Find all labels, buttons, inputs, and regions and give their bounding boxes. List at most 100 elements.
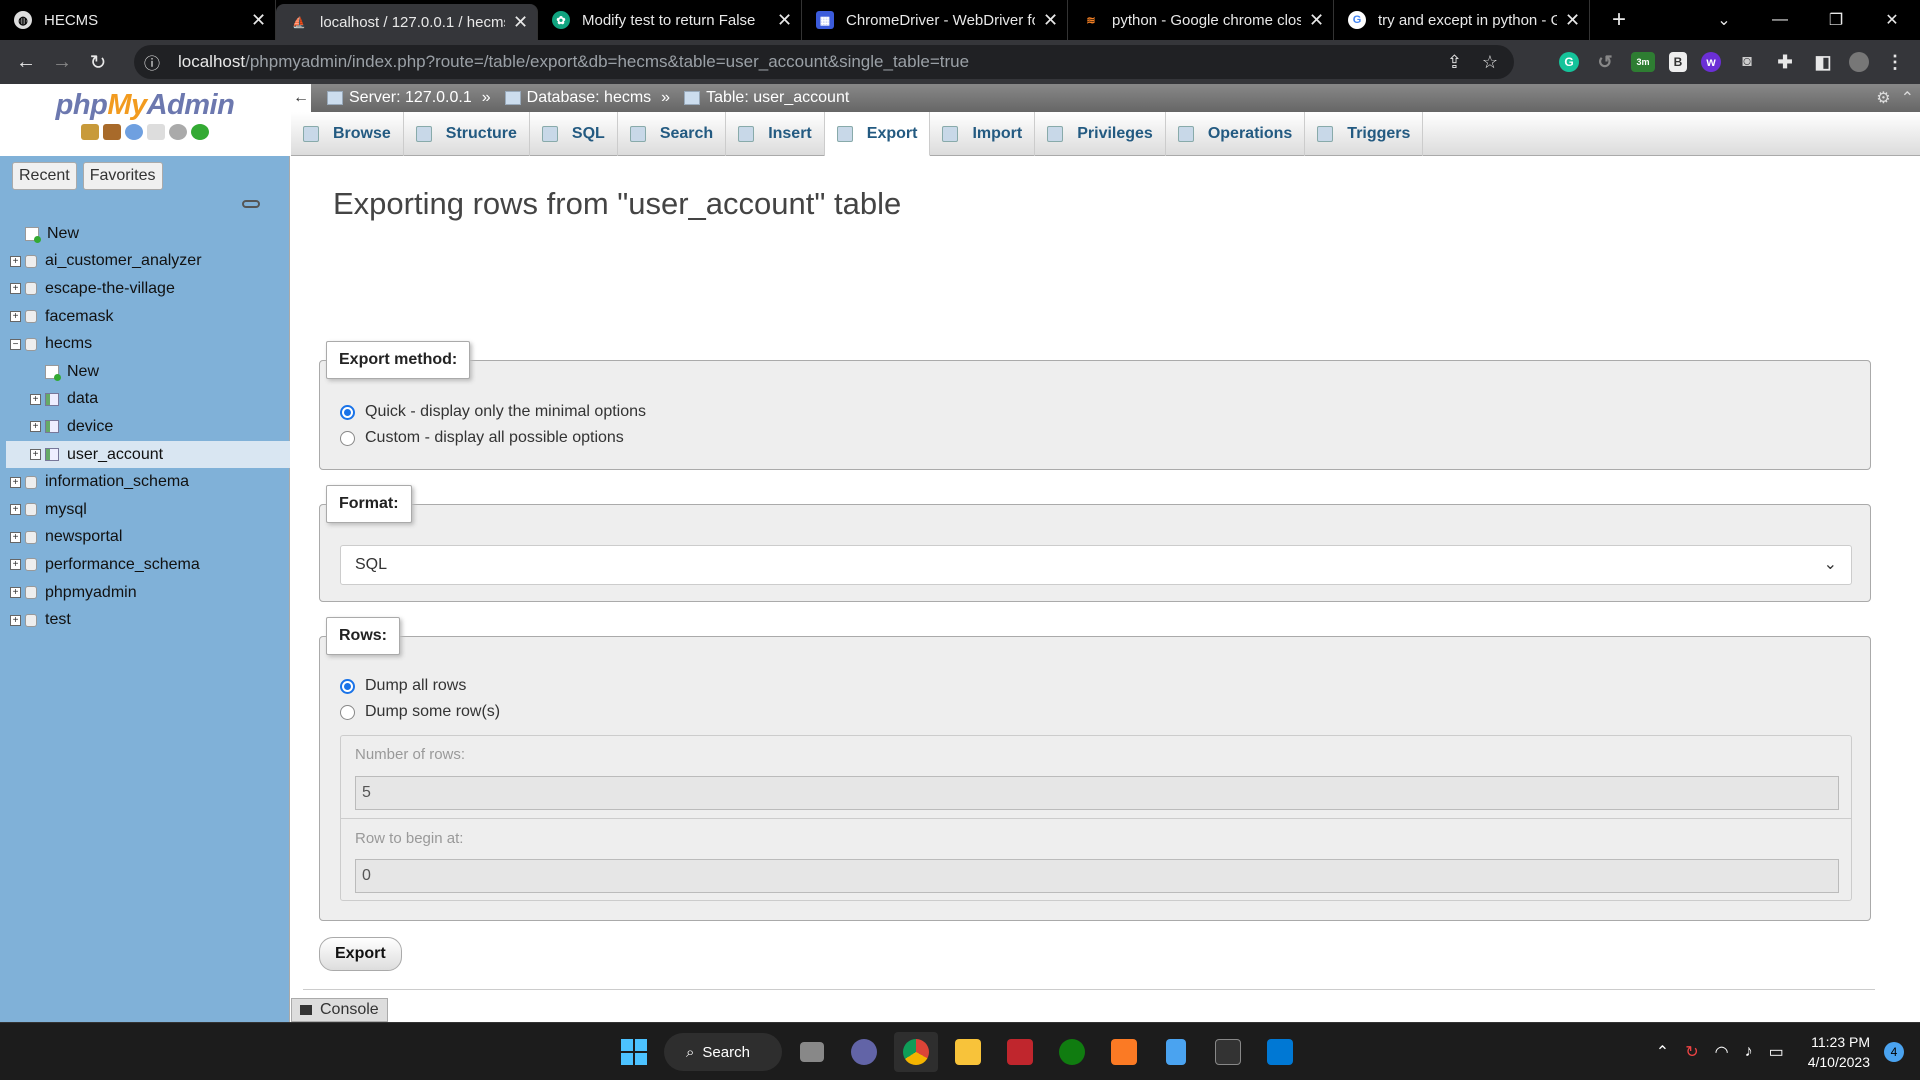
extension-w-icon[interactable]: w — [1701, 52, 1721, 72]
xampp-button[interactable] — [1102, 1032, 1146, 1072]
taskbar-search[interactable]: ⌕ Search — [664, 1033, 782, 1071]
sync-icon[interactable]: ↻ — [1685, 1042, 1698, 1062]
tree-item-label[interactable]: hecms — [45, 335, 92, 353]
tree-db-information_schema[interactable]: + information_schema — [6, 468, 290, 496]
tree-db-test[interactable]: + test — [6, 606, 290, 634]
tree-db-hecms[interactable]: − hecms — [6, 330, 290, 358]
xbox-button[interactable] — [1050, 1032, 1094, 1072]
close-tab-icon[interactable]: ✕ — [251, 10, 266, 31]
link-with-main-icon[interactable] — [242, 200, 260, 208]
tab-insert[interactable]: Insert — [726, 112, 825, 156]
phpmyadmin-logo[interactable]: phpMyAdmin — [0, 84, 290, 156]
collapse-nav-icon[interactable]: ← — [291, 84, 311, 112]
tree-item-label[interactable]: New — [67, 363, 99, 381]
tree-item-label[interactable]: escape-the-village — [45, 280, 175, 298]
dump-all-option[interactable]: Dump all rows — [340, 673, 500, 699]
tree-item-label[interactable]: phpmyadmin — [45, 584, 137, 602]
docs-icon[interactable] — [147, 124, 165, 140]
terminal-button[interactable] — [1206, 1032, 1250, 1072]
browser-tab-chatgpt[interactable]: ✿ Modify test to return False ✕ — [538, 0, 802, 40]
minimize-icon[interactable]: — — [1752, 11, 1808, 29]
tab-structure[interactable]: Structure — [404, 112, 530, 156]
favorites-button[interactable]: Favorites — [82, 162, 163, 190]
tab-search-icon[interactable]: ⌄ — [1696, 10, 1752, 30]
expand-icon[interactable]: + — [10, 311, 21, 323]
close-tab-icon[interactable]: ✕ — [1043, 10, 1058, 31]
tree-db-newsportal[interactable]: + newsportal — [6, 524, 290, 552]
expand-icon[interactable]: + — [10, 255, 21, 267]
tab-privileges[interactable]: Privileges — [1035, 112, 1166, 156]
tree-item-label[interactable]: device — [67, 418, 113, 436]
forward-icon[interactable]: → — [44, 51, 80, 74]
bookmark-star-icon[interactable]: ☆ — [1482, 52, 1498, 73]
grammarly-icon[interactable]: G — [1559, 52, 1579, 72]
tree-item-label[interactable]: information_schema — [45, 473, 189, 491]
breadcrumb-server[interactable]: Server: 127.0.0.1 — [349, 89, 472, 107]
browser-tab-hecms[interactable]: ◍ HECMS ✕ — [0, 0, 276, 40]
camera-icon[interactable]: ◙ — [1735, 52, 1759, 72]
tab-search[interactable]: Search — [618, 112, 727, 156]
omnibox[interactable]: ⓘ localhost/phpmyadmin/index.php?route=/… — [134, 45, 1514, 79]
expand-icon[interactable]: + — [10, 559, 21, 571]
close-tab-icon[interactable]: ✕ — [1565, 10, 1580, 31]
notification-badge[interactable]: 4 — [1884, 1042, 1904, 1062]
tree-item-label[interactable]: facemask — [45, 308, 113, 326]
tree-table-data[interactable]: + data — [6, 386, 290, 414]
menu-kebab-icon[interactable]: ⋮ — [1883, 52, 1907, 72]
wifi-icon[interactable]: ◠ — [1715, 1042, 1729, 1062]
reload-nav-icon[interactable] — [191, 124, 209, 140]
tree-item-label[interactable]: user_account — [67, 446, 163, 464]
profile-avatar-icon[interactable] — [1849, 52, 1869, 72]
expand-icon[interactable]: + — [30, 421, 41, 433]
site-info-icon[interactable]: ⓘ — [144, 50, 170, 74]
tree-item-label[interactable]: test — [45, 611, 71, 629]
close-window-icon[interactable]: ✕ — [1864, 10, 1920, 30]
tab-sql[interactable]: SQL — [530, 112, 618, 156]
tab-import[interactable]: Import — [930, 112, 1036, 156]
close-tab-icon[interactable]: ✕ — [1309, 10, 1324, 31]
expand-icon[interactable]: + — [30, 449, 41, 461]
tree-db-phpmyadmin[interactable]: + phpmyadmin — [6, 579, 290, 607]
breadcrumb-database[interactable]: Database: hecms — [527, 89, 652, 107]
tree-db-performance_schema[interactable]: + performance_schema — [6, 551, 290, 579]
row-to-begin-input[interactable]: 0 — [355, 859, 1839, 893]
collapse-icon[interactable]: − — [10, 338, 21, 350]
tree-db-escape-the-village[interactable]: + escape-the-village — [6, 275, 290, 303]
dump-some-radio[interactable] — [340, 704, 355, 720]
custom-radio[interactable] — [340, 430, 355, 446]
tree-db-facemask[interactable]: + facemask — [6, 303, 290, 331]
close-tab-icon[interactable]: ✕ — [777, 10, 792, 31]
tree-table-device[interactable]: + device — [6, 413, 290, 441]
browser-tab-google[interactable]: G try and except in python - Go ✕ — [1334, 0, 1590, 40]
tree-item-label[interactable]: performance_schema — [45, 556, 200, 574]
settings-gear-icon[interactable] — [169, 124, 187, 140]
tree-db-mysql[interactable]: + mysql — [6, 496, 290, 524]
tree-item-label[interactable]: New — [47, 225, 79, 243]
breadcrumb-table[interactable]: Table: user_account — [706, 89, 849, 107]
url-text[interactable]: localhost/phpmyadmin/index.php?route=/ta… — [178, 52, 969, 72]
expand-icon[interactable]: + — [10, 504, 21, 516]
expand-icon[interactable]: + — [10, 587, 21, 599]
expand-icon[interactable]: + — [10, 476, 21, 488]
tree-item-label[interactable]: newsportal — [45, 528, 122, 546]
tree-item-new[interactable]: New — [6, 220, 290, 248]
home-icon[interactable] — [81, 124, 99, 140]
battery-icon[interactable]: ▭ — [1769, 1042, 1784, 1062]
tab-triggers[interactable]: Triggers — [1305, 112, 1424, 156]
tree-table-user_account[interactable]: + user_account — [6, 440, 290, 469]
volume-icon[interactable]: ♪ — [1745, 1043, 1753, 1061]
page-settings-gear-icon[interactable]: ⚙ — [1876, 88, 1890, 108]
mysql-workbench-button[interactable] — [998, 1032, 1042, 1072]
expand-icon[interactable]: + — [10, 531, 21, 543]
tree-item-label[interactable]: mysql — [45, 501, 87, 519]
browser-tab-chromedriver[interactable]: ▦ ChromeDriver - WebDriver fo ✕ — [802, 0, 1068, 40]
format-select[interactable]: SQL ⌄ — [340, 545, 1852, 585]
chevron-up-icon[interactable]: ⌃ — [1656, 1042, 1669, 1062]
extension-c-icon[interactable]: ↺ — [1593, 52, 1617, 72]
clock[interactable]: 11:23 PM 4/10/2023 — [1808, 1032, 1870, 1072]
collapse-top-icon[interactable]: ⌃ — [1901, 88, 1914, 108]
reload-icon[interactable]: ↻ — [80, 50, 116, 75]
tab-browse[interactable]: Browse — [291, 112, 404, 156]
task-view-button[interactable] — [790, 1032, 834, 1072]
tab-operations[interactable]: Operations — [1166, 112, 1306, 156]
